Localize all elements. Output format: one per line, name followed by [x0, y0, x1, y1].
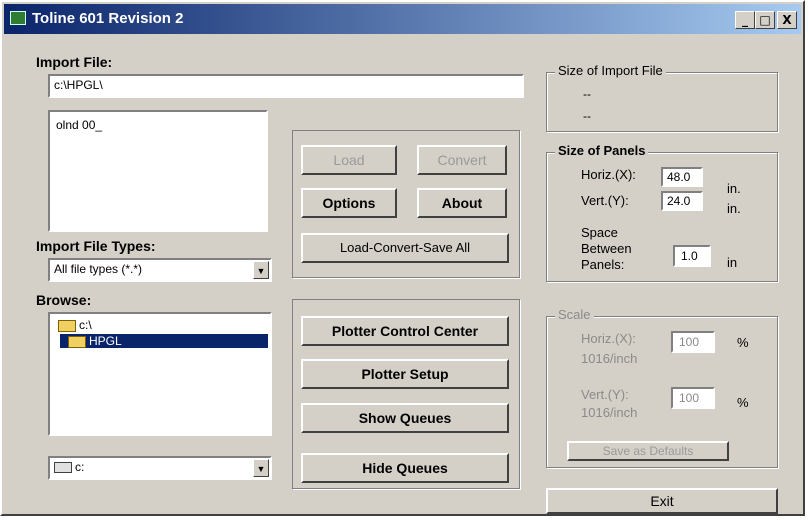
folder-open-icon	[58, 319, 76, 332]
panel-horiz-label: Horiz.(X):	[581, 167, 636, 182]
dir-item-selected[interactable]: HPGL	[60, 334, 268, 348]
size-of-import-file-group: Size of Import File -- --	[546, 63, 778, 132]
import-file-list[interactable]: olnd 00_	[48, 110, 268, 232]
maximize-button[interactable]: □	[755, 11, 775, 29]
import-file-label: Import File:	[36, 54, 113, 70]
space-between-label-1: Space	[581, 225, 618, 240]
chevron-down-icon[interactable]: ▼	[253, 459, 269, 477]
scale-vert-input[interactable]: 100	[671, 387, 715, 409]
main-window: Toline 601 Revision 2 _ □ X Import File:…	[0, 0, 805, 516]
directory-tree[interactable]: c:\ HPGL	[48, 312, 272, 436]
title-bar[interactable]: Toline 601 Revision 2 _ □ X	[4, 4, 801, 34]
scale-horiz-input[interactable]: 100	[671, 331, 715, 353]
folder-icon	[68, 335, 86, 348]
plotter-panel: Plotter Control Center Plotter Setup Sho…	[292, 299, 520, 489]
scale-vert-unit: %	[737, 395, 749, 410]
space-between-label-3: Panels:	[581, 257, 625, 272]
panel-horiz-input[interactable]: 48.0	[661, 167, 703, 187]
scale-horiz-unit: %	[737, 335, 749, 350]
options-button[interactable]: Options	[301, 188, 397, 218]
panel-horiz-unit: in.	[727, 181, 741, 196]
space-between-unit: in	[727, 255, 738, 270]
panel-vert-label: Vert.(Y):	[581, 193, 629, 208]
file-type-selected: All file types (*.*)	[54, 262, 143, 276]
about-button[interactable]: About	[417, 188, 507, 218]
load-convert-save-all-button[interactable]: Load-Convert-Save All	[301, 233, 509, 263]
save-as-defaults-button[interactable]: Save as Defaults	[567, 441, 729, 461]
window-title: Toline 601 Revision 2	[32, 10, 184, 27]
drive-select[interactable]: c: ▼	[48, 456, 272, 480]
plotter-control-center-button[interactable]: Plotter Control Center	[301, 316, 509, 346]
exit-button[interactable]: Exit	[546, 488, 778, 514]
minimize-button[interactable]: _	[735, 11, 755, 29]
close-button[interactable]: X	[777, 11, 797, 29]
import-file-size-line1: --	[583, 87, 591, 101]
drive-icon	[54, 462, 72, 474]
scale-group: Scale Horiz.(X): 1016/inch 100 % Vert.(Y…	[546, 307, 778, 468]
dir-item[interactable]: c:\	[58, 318, 266, 332]
import-file-size-line2: --	[583, 109, 591, 123]
scale-vert-label: Vert.(Y):	[581, 387, 629, 402]
panel-vert-unit: in.	[727, 201, 741, 216]
chevron-down-icon[interactable]: ▼	[253, 261, 269, 279]
size-of-panels-group: Size of Panels Horiz.(X): 48.0 Vert.(Y):…	[546, 143, 778, 282]
scale-vert-sub: 1016/inch	[581, 405, 638, 420]
app-icon	[10, 11, 26, 25]
plotter-setup-button[interactable]: Plotter Setup	[301, 359, 509, 389]
scale-title: Scale	[555, 307, 594, 322]
file-type-select[interactable]: All file types (*.*) ▼	[48, 258, 272, 282]
load-button[interactable]: Load	[301, 145, 397, 175]
browse-label: Browse:	[36, 292, 92, 308]
show-queues-button[interactable]: Show Queues	[301, 403, 509, 433]
import-file-path-input[interactable]: c:\HPGL\	[48, 74, 524, 98]
import-file-types-label: Import File Types:	[36, 238, 156, 254]
space-between-label-2: Between	[581, 241, 632, 256]
list-item[interactable]: olnd 00_	[56, 118, 260, 132]
convert-button[interactable]: Convert	[417, 145, 507, 175]
hide-queues-button[interactable]: Hide Queues	[301, 453, 509, 483]
size-of-panels-title: Size of Panels	[555, 143, 649, 158]
scale-horiz-sub: 1016/inch	[581, 351, 638, 366]
space-between-input[interactable]: 1.0	[673, 245, 711, 267]
panel-vert-input[interactable]: 24.0	[661, 191, 703, 211]
size-of-import-file-title: Size of Import File	[555, 63, 666, 78]
scale-horiz-label: Horiz.(X):	[581, 331, 636, 346]
actions-panel: Load Convert Options About Load-Convert-…	[292, 130, 520, 278]
